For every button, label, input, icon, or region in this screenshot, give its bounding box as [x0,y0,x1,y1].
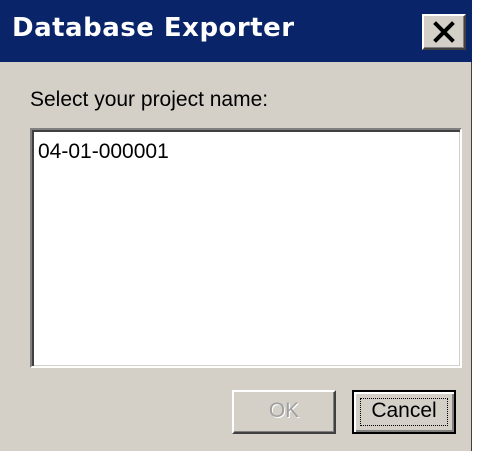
ok-button[interactable]: OK [232,390,336,434]
title-bar[interactable]: Database Exporter [0,0,472,62]
database-exporter-dialog: Database Exporter Select your project na… [0,0,472,451]
select-project-label: Select your project name: [30,88,269,111]
ok-button-label: OK [268,399,300,422]
close-icon [433,21,455,43]
cancel-button[interactable]: Cancel [352,390,456,434]
project-listbox[interactable]: 04-01-000001 [30,128,462,368]
close-button[interactable] [422,14,466,50]
list-item-project[interactable]: 04-01-000001 [38,140,169,164]
cancel-button-label: Cancel [371,399,437,422]
window-title: Database Exporter [12,13,295,43]
